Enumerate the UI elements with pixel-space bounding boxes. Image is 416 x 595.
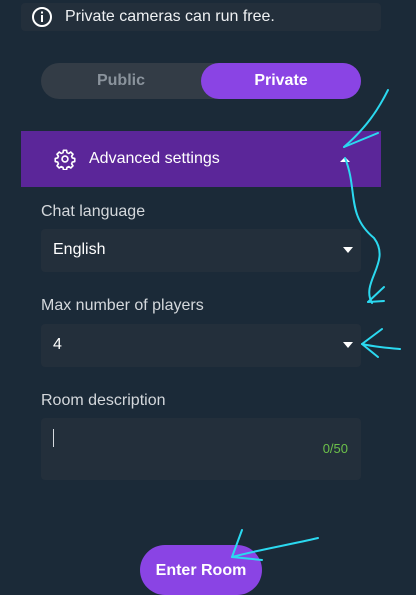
info-banner: Private cameras can run free. [21, 3, 381, 31]
chat-language-label: Chat language [41, 203, 146, 220]
chat-language-select[interactable]: English [41, 229, 361, 272]
advanced-settings-label: Advanced settings [89, 150, 220, 167]
info-icon [32, 7, 52, 27]
chevron-up-icon[interactable] [339, 155, 351, 163]
annotation-arrow [367, 300, 385, 303]
annotation-arrow [367, 286, 385, 303]
enter-room-button[interactable]: Enter Room [140, 545, 262, 595]
max-players-label: Max number of players [41, 297, 204, 314]
gear-icon [54, 149, 76, 170]
caret-down-icon [343, 247, 353, 253]
caret-down-icon [343, 342, 353, 348]
visibility-toggle: Public Private [41, 63, 361, 99]
annotation-arrow [361, 343, 401, 350]
annotation-arrow [361, 343, 379, 358]
room-description-input[interactable]: 0/50 [41, 418, 361, 480]
max-players-select[interactable]: 4 [41, 324, 361, 367]
info-banner-text: Private cameras can run free. [65, 8, 275, 25]
character-counter: 0/50 [322, 441, 348, 456]
text-cursor [53, 429, 54, 447]
public-option[interactable]: Public [41, 63, 201, 99]
max-players-value: 4 [53, 336, 62, 353]
private-option[interactable]: Private [201, 63, 361, 99]
chat-language-value: English [53, 241, 106, 258]
room-description-label: Room description [41, 392, 166, 409]
annotation-arrow [361, 328, 383, 345]
advanced-settings-header[interactable]: Advanced settings [21, 131, 381, 187]
